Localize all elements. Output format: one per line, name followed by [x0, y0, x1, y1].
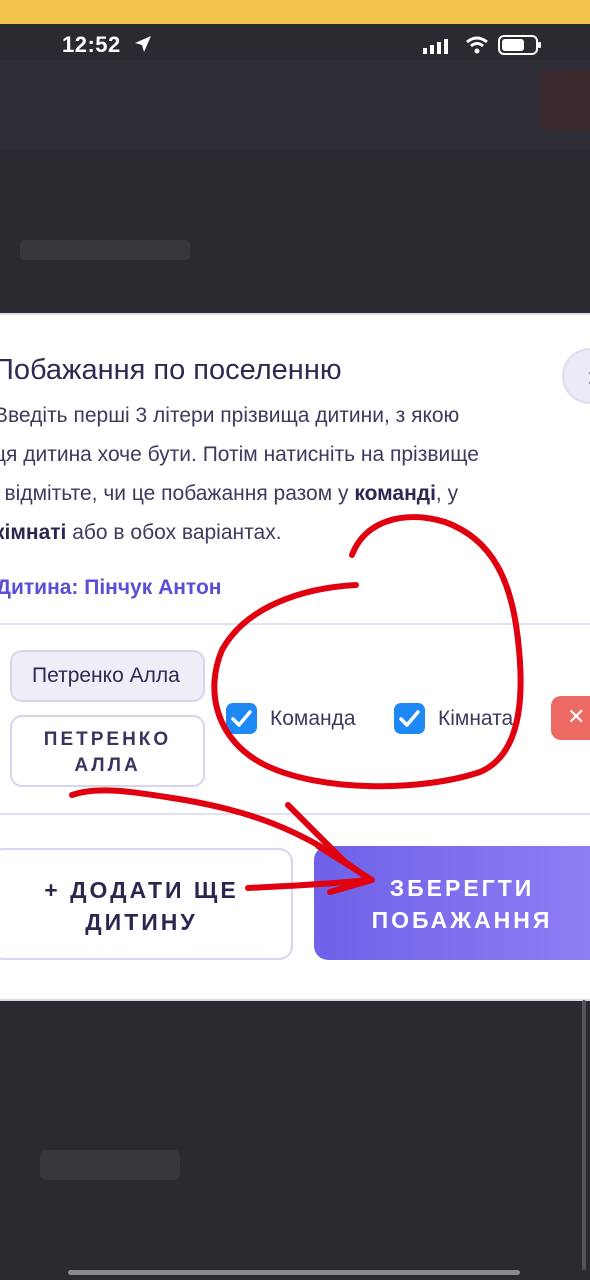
add-child-button[interactable]: + ДОДАТИ ЩЕ ДИТИНУ	[0, 848, 293, 960]
add-child-label-line-2: ДИТИНУ	[85, 909, 198, 935]
team-checkbox-label[interactable]: Команда	[270, 707, 356, 731]
room-checkbox-label[interactable]: Кімната	[438, 707, 513, 731]
description-line-3: і відмітьте, чи це побажання разом у ком…	[0, 474, 590, 513]
wifi-icon	[466, 36, 488, 59]
location-arrow-icon	[133, 34, 153, 59]
modal-title: Побажання по поселенню	[0, 354, 342, 386]
save-label-line-1: ЗБЕРЕГТИ	[389, 875, 535, 901]
check-icon	[399, 710, 420, 727]
check-icon	[231, 710, 252, 727]
description-bold-team: команді	[354, 482, 436, 505]
close-icon: ✕	[586, 366, 590, 392]
battery-icon	[498, 35, 542, 60]
description-line-2: ця дитина хоче бути. Потім натисніть на …	[0, 443, 479, 466]
top-accent-strip	[0, 0, 590, 24]
description-text: або в обох варіантах.	[66, 521, 282, 544]
status-bar: 12:52	[0, 24, 590, 66]
surname-search-input[interactable]: Петренко Алла	[10, 650, 205, 702]
room-checkbox[interactable]	[394, 703, 425, 734]
child-name-label: Дитина: Пінчук Антон	[0, 576, 222, 599]
description-text: , у	[435, 482, 459, 505]
background-text-blur	[20, 240, 190, 260]
background-button-blur	[540, 70, 590, 130]
save-label-line-2: ПОБАЖАННЯ	[371, 907, 553, 933]
save-wishes-button[interactable]: ЗБЕРЕГТИ ПОБАЖАННЯ	[314, 846, 590, 960]
selected-child-chip[interactable]: ПЕТРЕНКО АЛЛА	[10, 715, 205, 787]
background-text-blur-bottom	[40, 1150, 180, 1180]
remove-wish-button[interactable]: ✕	[551, 696, 590, 740]
modal-description: Введіть перші 3 літери прізвища дитини, …	[0, 396, 590, 552]
description-line-1: Введіть перші 3 літери прізвища дитини, …	[0, 404, 460, 427]
team-checkbox[interactable]	[226, 703, 257, 734]
status-time: 12:52	[62, 32, 121, 57]
description-text: і відмітьте, чи це побажання разом у	[0, 482, 355, 505]
description-bold-room: кімнаті	[0, 521, 67, 544]
background-header-blur	[0, 60, 590, 150]
close-icon: ✕	[567, 704, 586, 729]
description-line-4: кімнаті або в обох варіантах.	[0, 513, 590, 552]
cellular-signal-icon	[423, 38, 449, 59]
selected-child-firstname: АЛЛА	[74, 755, 141, 776]
selected-child-surname: ПЕТРЕНКО	[43, 729, 172, 750]
home-indicator[interactable]	[68, 1270, 520, 1275]
scrollbar[interactable]	[582, 1000, 586, 1270]
add-child-label-line-1: + ДОДАТИ ЩЕ	[44, 877, 239, 903]
